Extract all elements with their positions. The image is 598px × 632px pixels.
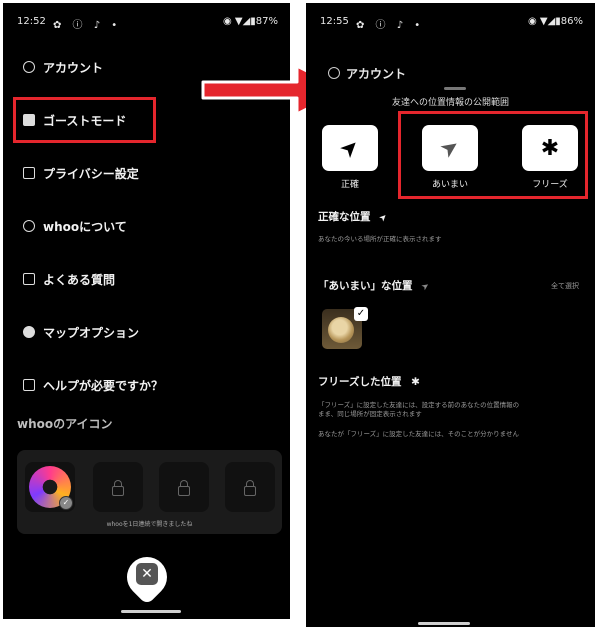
menu-item-about[interactable]: whooについて xyxy=(23,214,127,238)
menu-label: アカウント xyxy=(43,60,104,75)
status-icons: ✿ ⓘ ♪ • xyxy=(356,20,425,31)
blurred-arrow-icon: ➤ xyxy=(419,280,432,294)
status-icons: ✿ ⓘ ♪ • xyxy=(53,20,122,31)
freeze-section-title: フリーズした位置 ✱ xyxy=(318,374,420,389)
globe-icon xyxy=(23,326,35,338)
vague-section-title: 「あいまい」な位置 ➤ xyxy=(318,278,432,294)
lock-icon xyxy=(178,480,190,496)
option-precise-label: 正確 xyxy=(340,180,359,190)
vague-title-text: 「あいまい」な位置 xyxy=(318,280,413,292)
menu-item-help[interactable]: ヘルプが必要ですか？ xyxy=(23,373,163,397)
close-icon: ✕ xyxy=(136,563,158,585)
icon-option-locked[interactable] xyxy=(159,462,209,512)
freeze-description-2: まま、同じ場所が固定表示されます xyxy=(318,410,422,418)
selected-check-icon: ✓ xyxy=(59,496,73,510)
location-arrow-icon: ➤ xyxy=(377,211,391,225)
precise-description: あなたの今いる場所が正確に表示されます xyxy=(318,235,442,243)
menu-label: ヘルプが必要ですか？ xyxy=(43,378,164,393)
freeze-title-text: フリーズした位置 xyxy=(318,376,402,388)
menu-item-faq[interactable]: よくある質問 xyxy=(23,267,115,291)
icon-panel-caption: whooを1日連続で開きましたね xyxy=(106,521,193,528)
precise-title-text: 正確な位置 xyxy=(318,211,371,223)
menu-label: whooについて xyxy=(43,219,127,234)
location-arrow-icon: ➤ xyxy=(334,132,366,164)
account-icon xyxy=(328,67,340,79)
icon-option-locked[interactable] xyxy=(225,462,275,512)
menu-item-account[interactable]: アカウント xyxy=(23,55,103,79)
highlight-box-ghost xyxy=(13,97,156,143)
right-screen: 12:55 ✿ ⓘ ♪ • ◉ ▼◢▮86% アカウント 友達への位置情報の公開… xyxy=(306,3,595,627)
sheet-handle[interactable] xyxy=(444,87,466,90)
mail-icon xyxy=(23,379,35,391)
icon-section-title: whooのアイコン xyxy=(17,417,113,431)
asterisk-icon: ✱ xyxy=(411,376,420,388)
precise-section-title: 正確な位置 ➤ xyxy=(318,209,391,225)
select-all-link[interactable]: 全て選択 xyxy=(551,281,579,291)
app-icon-panel: ✓ whooを1日連続で開きましたね xyxy=(17,450,282,534)
lock-icon xyxy=(244,480,256,496)
donut-icon: ✓ xyxy=(29,466,73,510)
close-button[interactable]: ✕ xyxy=(118,548,176,606)
menu-item-privacy[interactable]: プライバシー設定 xyxy=(23,161,139,185)
account-icon xyxy=(23,61,35,73)
menu-label: プライバシー設定 xyxy=(43,166,139,181)
status-right: ◉ ▼◢▮86% xyxy=(527,16,583,27)
status-time: 12:55 xyxy=(320,16,349,27)
document-icon xyxy=(23,273,35,285)
status-time: 12:52 xyxy=(17,16,46,27)
option-precise-button[interactable]: ➤ xyxy=(322,125,378,171)
menu-label: よくある質問 xyxy=(43,272,116,287)
home-indicator xyxy=(418,622,470,625)
freeze-description-3: あなたが「フリーズ」に設定した友達には、そのことが分かりません xyxy=(318,430,519,438)
status-right: ◉ ▼◢▮87% xyxy=(222,16,278,27)
menu-label: マップオプション xyxy=(43,325,140,340)
status-bar: 12:52 ✿ ⓘ ♪ • ◉ ▼◢▮87% xyxy=(17,16,278,32)
friend-photo xyxy=(328,317,354,343)
status-bar: 12:55 ✿ ⓘ ♪ • ◉ ▼◢▮86% xyxy=(320,16,583,32)
icon-option-locked[interactable] xyxy=(93,462,143,512)
highlight-box-options xyxy=(398,111,588,199)
question-icon xyxy=(23,220,35,232)
lock-icon xyxy=(23,167,35,179)
account-label: アカウント xyxy=(346,67,407,81)
home-indicator xyxy=(121,610,181,613)
checkbox-checked-icon[interactable]: ✓ xyxy=(354,307,368,321)
lock-icon xyxy=(112,480,124,496)
friend-avatar[interactable]: ✓ xyxy=(322,307,368,349)
freeze-description-1: 「フリーズ」に設定した友達には、設定する前のあなたの位置情報の xyxy=(318,401,520,409)
sheet-title: 友達への位置情報の公開範囲 xyxy=(391,98,509,108)
icon-option-donut[interactable]: ✓ xyxy=(25,462,75,512)
menu-item-map-options[interactable]: マップオプション xyxy=(23,320,139,344)
